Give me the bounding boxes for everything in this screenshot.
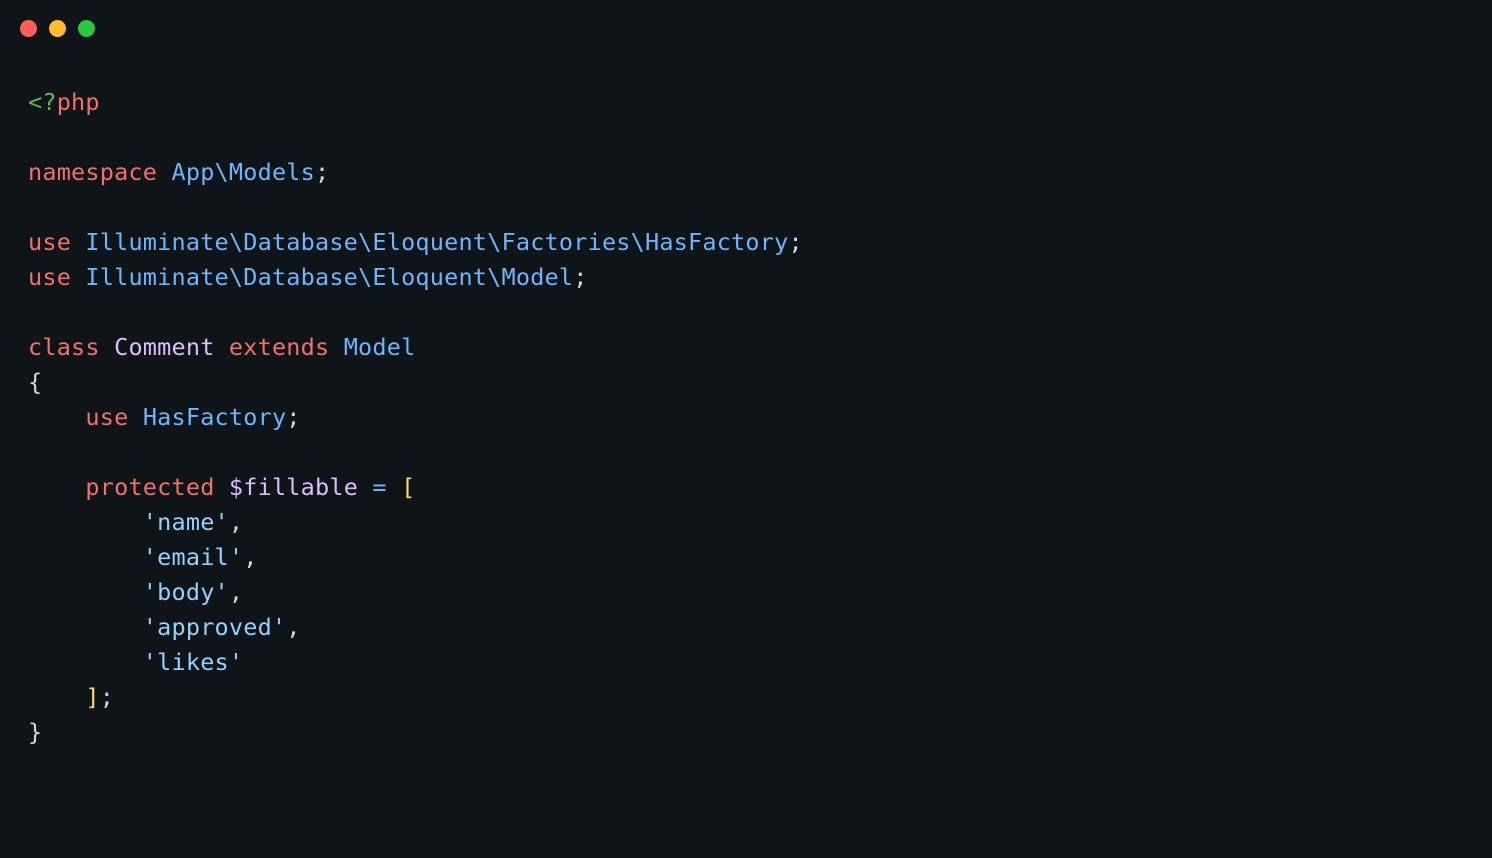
string-approved: 'approved': [143, 613, 286, 641]
code-content: <?php namespace App\Models; use Illumina…: [0, 37, 1492, 770]
comma: ,: [229, 578, 243, 606]
window-titlebar: [0, 0, 1492, 37]
minimize-icon[interactable]: [49, 20, 66, 37]
semicolon: ;: [286, 403, 300, 431]
close-icon[interactable]: [20, 20, 37, 37]
use-keyword: use: [28, 228, 71, 256]
comma: ,: [286, 613, 300, 641]
class-keyword: class: [28, 333, 100, 361]
comma: ,: [229, 508, 243, 536]
semicolon: ;: [100, 683, 114, 711]
semicolon: ;: [315, 158, 329, 186]
close-brace: }: [28, 718, 42, 746]
string-body: 'body': [143, 578, 229, 606]
namespace-part-models: Models: [229, 158, 315, 186]
php-tag-name: php: [57, 88, 100, 116]
equals-operator: =: [372, 473, 386, 501]
trait-hasfactory: HasFactory: [143, 403, 286, 431]
php-open-tag: <?: [28, 88, 57, 116]
use-trait-keyword: use: [85, 403, 128, 431]
string-email: 'email': [143, 543, 243, 571]
code-window: <?php namespace App\Models; use Illumina…: [0, 0, 1492, 858]
open-bracket: [: [401, 473, 415, 501]
open-brace: {: [28, 368, 42, 396]
protected-modifier: protected: [85, 473, 214, 501]
fillable-variable: $fillable: [229, 473, 358, 501]
comma: ,: [243, 543, 257, 571]
semicolon: ;: [573, 263, 587, 291]
maximize-icon[interactable]: [78, 20, 95, 37]
parent-class-model: Model: [344, 333, 416, 361]
namespace-part-app: App: [172, 158, 215, 186]
use-keyword: use: [28, 263, 71, 291]
close-bracket: ]: [85, 683, 99, 711]
use-namespace-hasfactory: Illuminate\Database\Eloquent\Factories\H…: [85, 228, 788, 256]
string-likes: 'likes': [143, 648, 243, 676]
namespace-keyword: namespace: [28, 158, 157, 186]
extends-keyword: extends: [229, 333, 329, 361]
string-name: 'name': [143, 508, 229, 536]
semicolon: ;: [788, 228, 802, 256]
class-name-comment: Comment: [114, 333, 214, 361]
namespace-sep: \: [215, 158, 229, 186]
use-namespace-model: Illuminate\Database\Eloquent\Model: [85, 263, 573, 291]
